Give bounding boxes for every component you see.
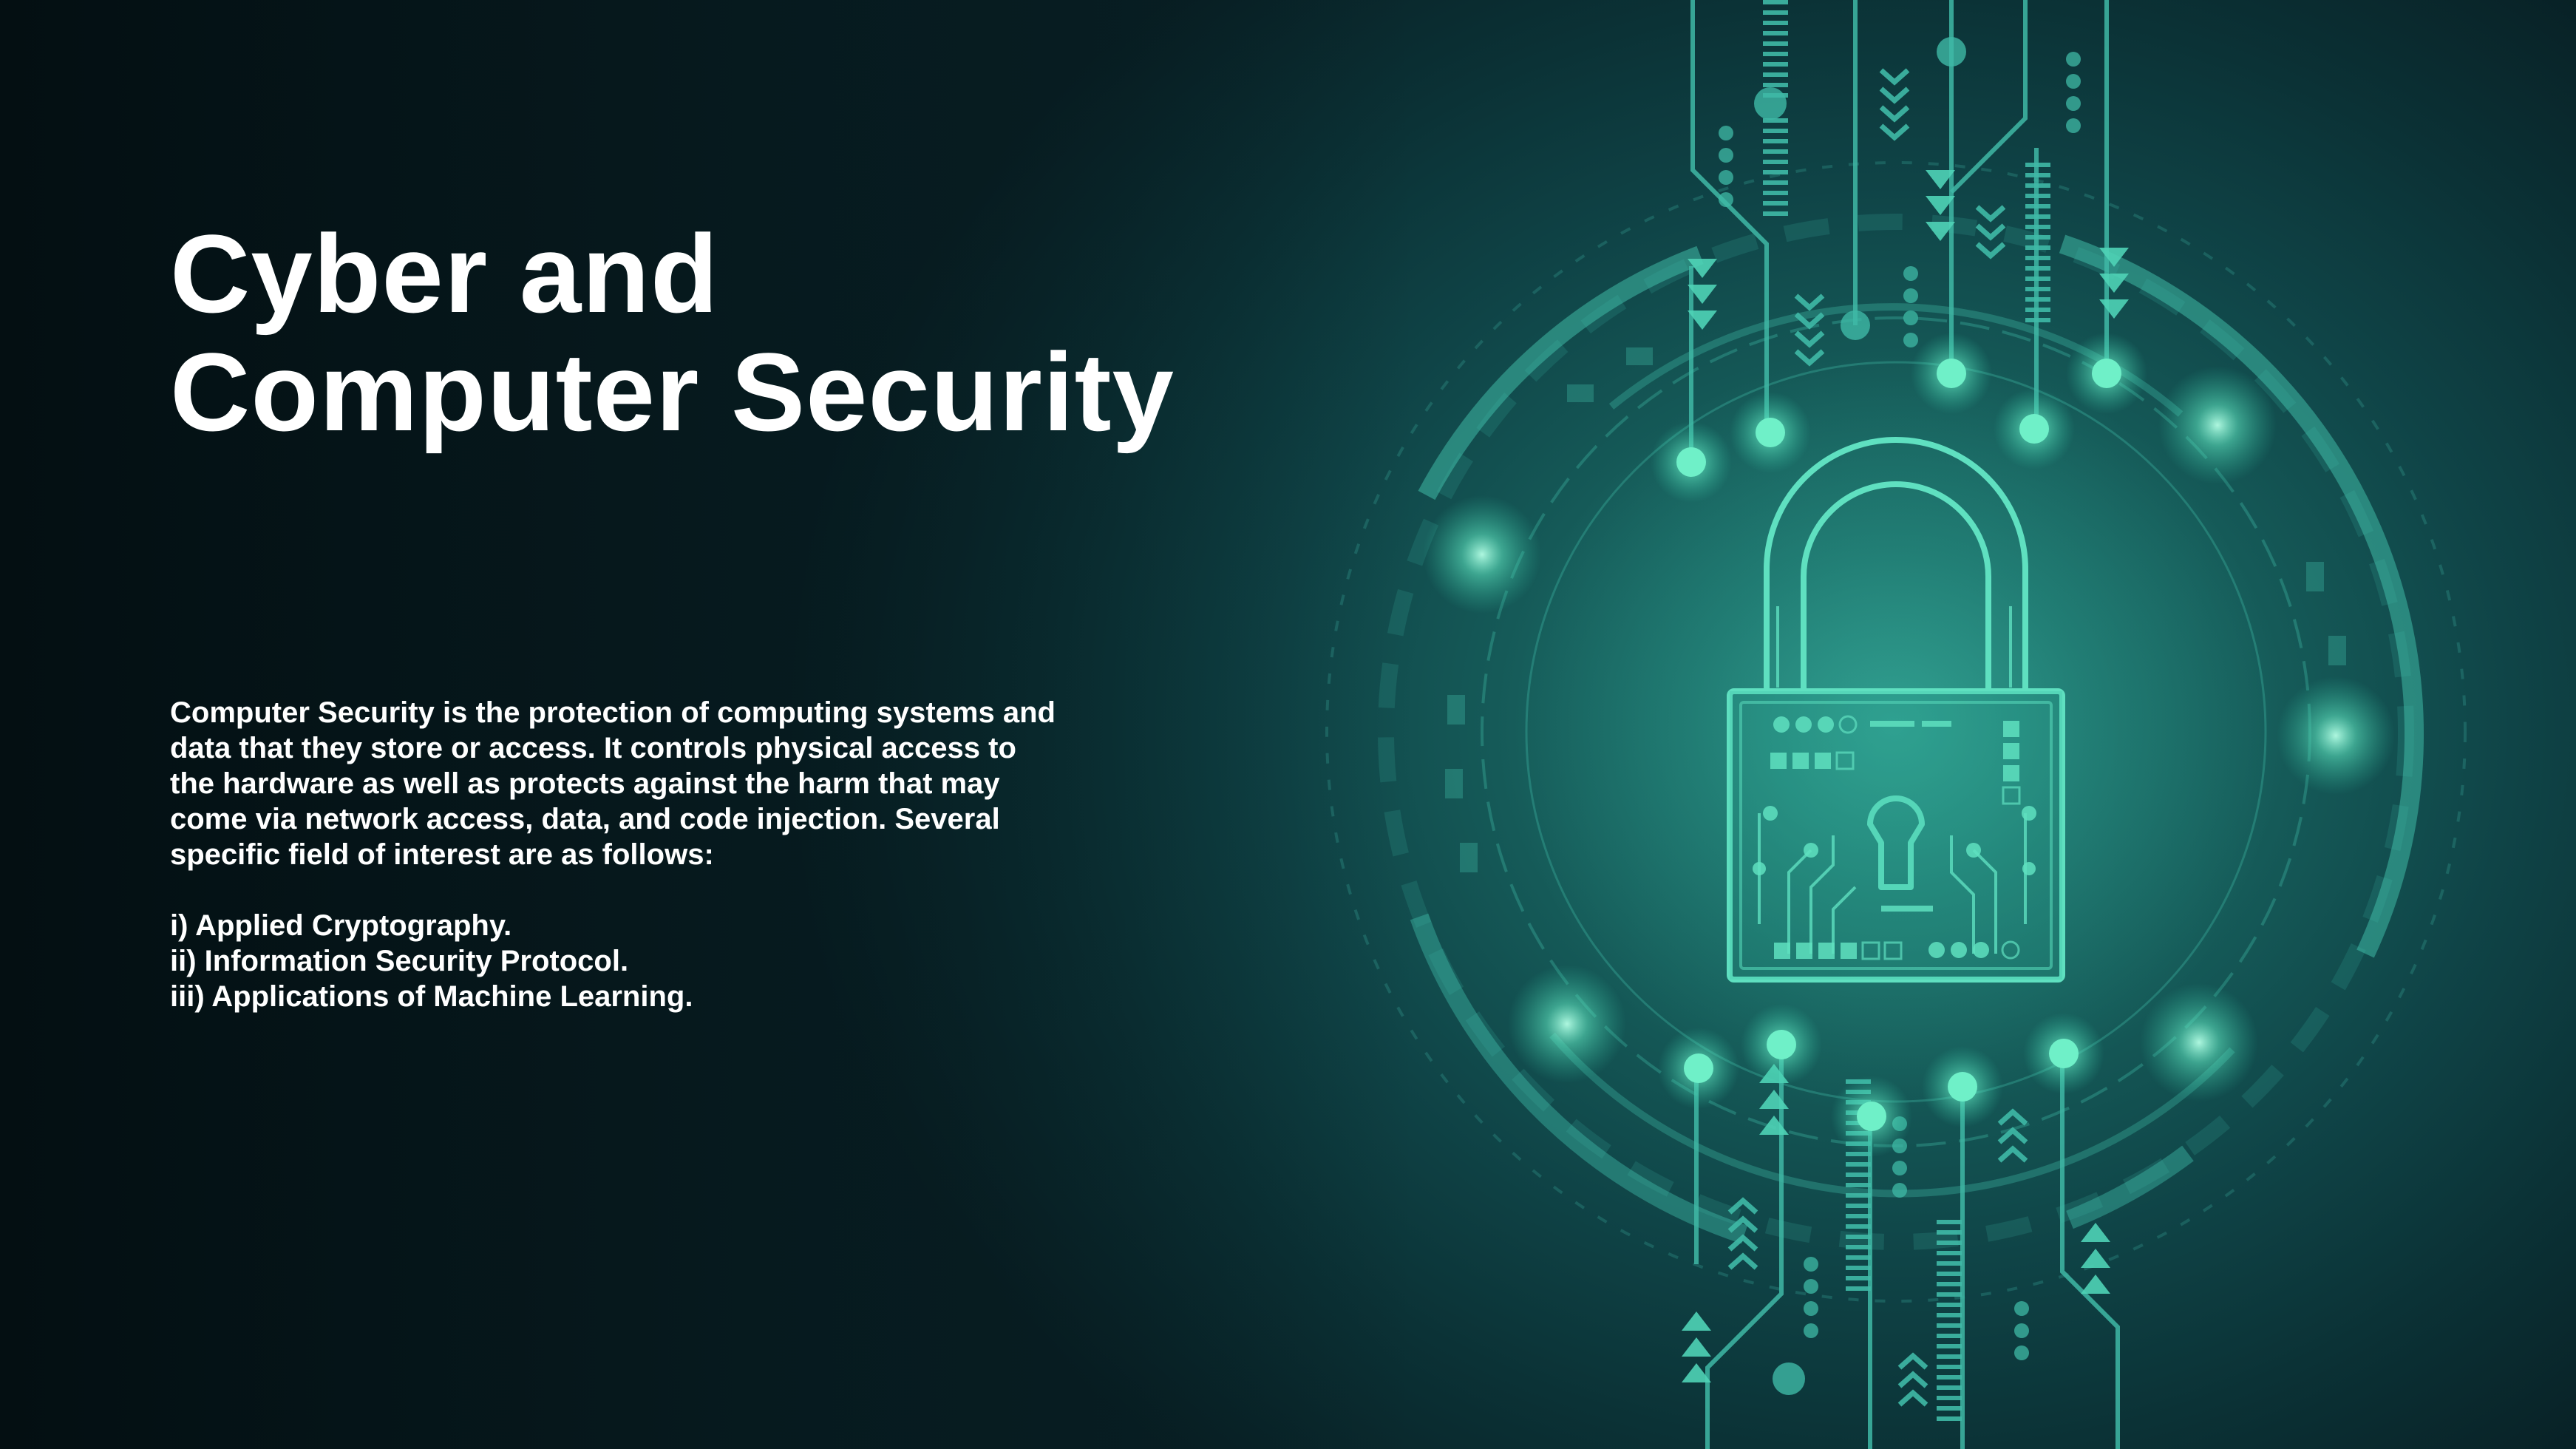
list-item: ii) Information Security Protocol.	[170, 945, 629, 977]
description-text: Computer Security is the protection of c…	[170, 696, 1056, 871]
slide: Cyber and Computer Security Computer Sec…	[0, 0, 2576, 1449]
list-item: i) Applied Cryptography.	[170, 909, 512, 942]
interest-list: i) Applied Cryptography. ii) Information…	[170, 908, 1057, 1014]
slide-title: Cyber and Computer Security	[170, 214, 1175, 451]
title-line-1: Cyber and	[170, 211, 719, 336]
slide-body: Computer Security is the protection of c…	[170, 695, 1057, 1014]
list-item: iii) Applications of Machine Learning.	[170, 980, 693, 1013]
title-line-2: Computer Security	[170, 330, 1175, 454]
